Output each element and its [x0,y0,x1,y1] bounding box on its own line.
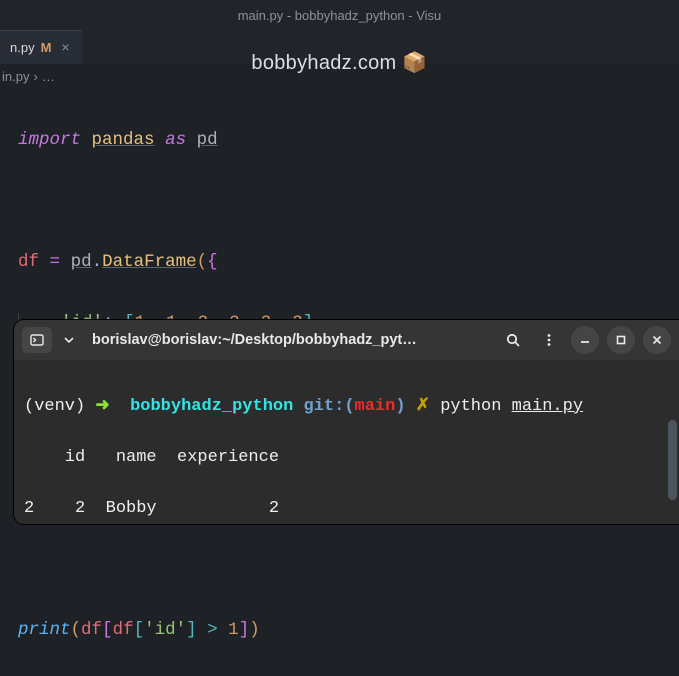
code-line: df = pd.DataFrame({ [18,247,679,278]
code-line [18,186,679,217]
window-title: main.py - bobbyhadz_python - Visu [238,8,442,23]
terminal-line: id name experience [24,445,669,471]
terminal-line: (venv) ➜ bobbyhadz_python git:(main) ✗ p… [24,394,669,420]
close-icon [651,334,663,346]
editor-tab-main[interactable]: n.py M × [0,30,82,64]
new-tab-button[interactable] [22,327,52,353]
search-button[interactable] [499,326,527,354]
terminal-icon [30,333,44,347]
scrollbar[interactable] [667,320,677,522]
close-icon[interactable]: × [57,39,73,55]
chevron-right-icon: › [33,69,37,84]
tab-dropdown-button[interactable] [60,327,78,353]
menu-button[interactable] [535,326,563,354]
terminal-header: borislav@borislav:~/Desktop/bobbyhadz_py… [14,320,679,360]
search-icon [506,333,521,348]
chevron-down-icon [64,335,74,345]
minimize-icon [579,334,591,346]
code-line: print(df[df['id'] > 1]) [18,615,679,646]
breadcrumb-more: … [42,69,55,84]
terminal-title: borislav@borislav:~/Desktop/bobbyhadz_py… [86,332,491,348]
breadcrumb[interactable]: in.py › … [0,64,679,88]
kebab-icon [542,333,556,347]
scrollbar-thumb[interactable] [668,420,677,500]
window-titlebar: main.py - bobbyhadz_python - Visu [0,0,679,30]
code-line [18,553,679,584]
maximize-button[interactable] [607,326,635,354]
minimize-button[interactable] [571,326,599,354]
code-line: import pandas as pd [18,125,679,156]
terminal-line: 2 2 Bobby 2 [24,496,669,522]
terminal-panel: borislav@borislav:~/Desktop/bobbyhadz_py… [14,320,679,524]
tab-filename: n.py [10,40,35,55]
editor-tabbar: n.py M × [0,30,679,64]
tab-modified-indicator: M [41,40,52,55]
breadcrumb-file: in.py [2,69,29,84]
terminal-body[interactable]: (venv) ➜ bobbyhadz_python git:(main) ✗ p… [14,360,679,524]
maximize-icon [615,334,627,346]
